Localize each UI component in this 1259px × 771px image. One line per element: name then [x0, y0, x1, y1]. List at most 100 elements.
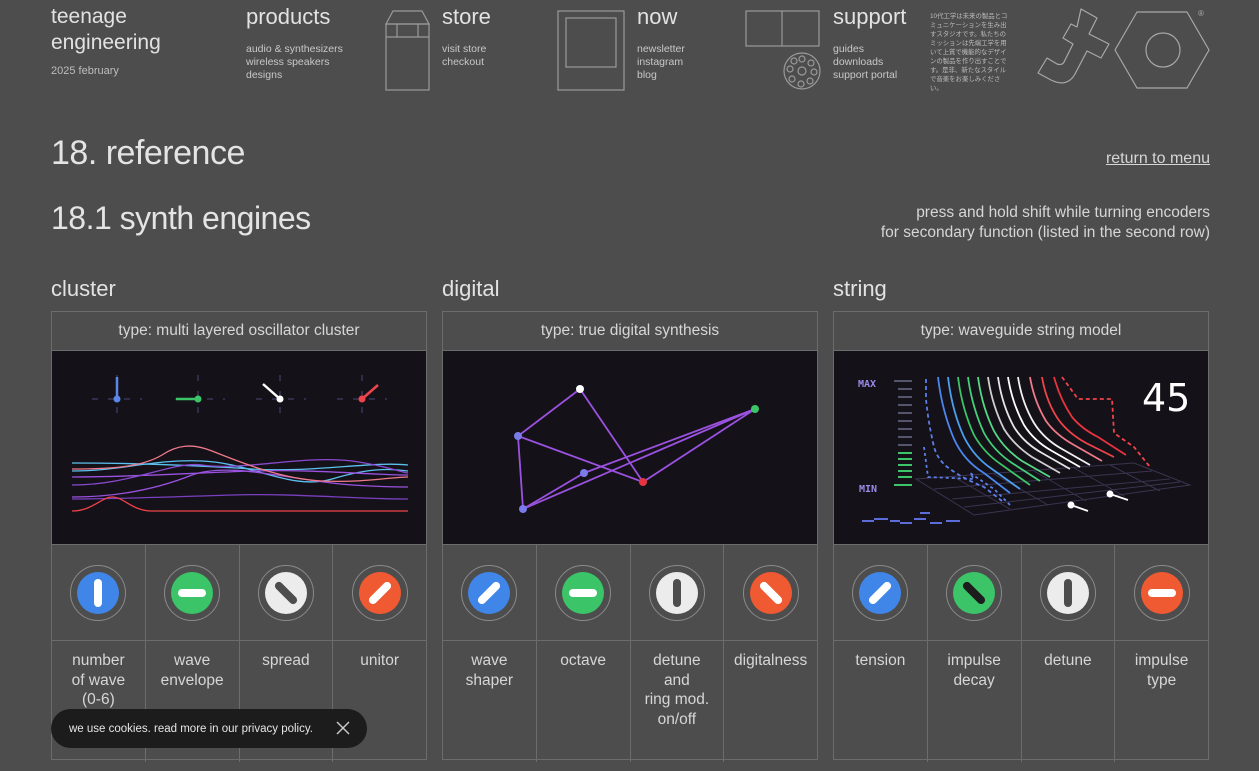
engine-card-string: type: waveguide string model MAX MIN 45 … [833, 311, 1209, 762]
nav-products: products audio & synthesizers wireless s… [246, 4, 343, 82]
label-line: type [1146, 671, 1177, 689]
shift-hint-line-1: press and hold shift while turning encod… [916, 204, 1210, 221]
nav-store-title[interactable]: store [442, 4, 491, 30]
label-line: tension [855, 652, 906, 669]
string-knob-cell-4 [1115, 545, 1208, 640]
digital-display [443, 351, 817, 545]
nav-link-support-portal[interactable]: support portal [833, 69, 906, 82]
nav-link-designs[interactable]: designs [246, 69, 343, 82]
nav-link-instagram[interactable]: instagram [637, 56, 685, 69]
nav-store: store visit store checkout [442, 4, 491, 69]
string-max-label: MAX [858, 379, 876, 390]
digital-knob-cell-1 [443, 545, 537, 640]
return-to-menu-link[interactable]: return to menu [1106, 150, 1210, 168]
label-line: unitor [360, 652, 400, 669]
white-knob-icon[interactable] [648, 564, 705, 621]
knob-label-digitalness: digitalness [724, 641, 817, 762]
string-knob-row [834, 545, 1208, 641]
cookie-text[interactable]: we use cookies. read more in our privacy… [69, 723, 313, 735]
polaroid-icon [557, 10, 625, 91]
nav-support-title[interactable]: support [833, 4, 906, 30]
shopping-bag-icon [385, 10, 430, 91]
digital-knob-cell-4 [724, 545, 817, 640]
nav-link-blog[interactable]: blog [637, 69, 685, 82]
string-floor-marks [862, 512, 960, 524]
green-knob-icon[interactable] [946, 564, 1003, 621]
engine-type-digital: type: true digital synthesis [443, 312, 817, 351]
string-knob-cell-2 [928, 545, 1022, 640]
knob-label-wave-shaper: wave shaper [443, 641, 537, 762]
string-knob-cell-1 [834, 545, 928, 640]
cluster-waves [71, 445, 409, 512]
orange-knob-icon[interactable] [742, 564, 799, 621]
nav-link-newsletter[interactable]: newsletter [637, 43, 685, 56]
white-knob-icon[interactable] [1039, 564, 1096, 621]
label-line: octave [560, 652, 606, 669]
label-line: spread [262, 652, 310, 669]
engine-name-cluster: cluster [51, 276, 116, 301]
nav-support: support guides downloads support portal [833, 4, 906, 82]
cluster-mini-encoders [92, 375, 387, 423]
string-value-readout: 45 [1142, 376, 1190, 420]
label-line: ring mod. [644, 691, 710, 708]
digital-label-row: wave shaper octave detune and ring mod. … [443, 641, 817, 762]
engine-name-digital: digital [442, 276, 500, 301]
orange-knob-icon[interactable] [351, 564, 408, 621]
string-knob-cell-3 [1022, 545, 1116, 640]
brand-line-2: engineering [51, 31, 161, 54]
brand-date: 2025 february [51, 65, 119, 77]
nav-now: now newsletter instagram blog [637, 4, 685, 82]
nav-link-audio[interactable]: audio & synthesizers [246, 43, 343, 56]
label-line: detune [1044, 652, 1092, 669]
green-knob-icon[interactable] [164, 564, 221, 621]
knob-label-impulse-type: impulse type [1115, 641, 1208, 762]
orange-knob-icon[interactable] [1133, 564, 1190, 621]
section-title: 18.1 synth engines [51, 200, 311, 236]
nav-products-title[interactable]: products [246, 4, 343, 30]
label-line: impulse [1134, 652, 1189, 669]
string-floor-grid [914, 462, 1192, 516]
nav-link-guides[interactable]: guides [833, 43, 906, 56]
cluster-knob-row [52, 545, 426, 641]
cookie-banner: we use cookies. read more in our privacy… [51, 709, 367, 748]
label-line: and [663, 671, 690, 689]
te-logo-icon[interactable] [1037, 6, 1211, 94]
engine-type-string: type: waveguide string model [834, 312, 1208, 351]
engine-type-cluster: type: multi layered oscillator cluster [52, 312, 426, 351]
registered-mark: ® [1198, 9, 1204, 18]
green-knob-icon[interactable] [555, 564, 612, 621]
close-icon[interactable] [335, 720, 351, 736]
page-title: 18. reference [51, 134, 245, 172]
nav-link-visit-store[interactable]: visit store [442, 43, 491, 56]
shift-hint: press and hold shift while turning encod… [881, 203, 1210, 243]
nav-link-checkout[interactable]: checkout [442, 56, 491, 69]
blue-knob-icon[interactable] [70, 564, 127, 621]
label-line: number [72, 652, 125, 669]
brand-name[interactable]: teenage engineering [51, 4, 161, 56]
engine-card-digital: type: true digital synthesis wave shaper… [442, 311, 818, 762]
shift-hint-line-2: for secondary function (listed in the se… [880, 224, 1210, 241]
digital-knob-row [443, 545, 817, 641]
white-knob-icon[interactable] [257, 564, 314, 621]
label-line: on/off [657, 710, 697, 728]
label-line: envelope [160, 671, 224, 689]
label-line: (0-6) [82, 691, 115, 708]
blue-knob-icon[interactable] [461, 564, 518, 621]
nav-link-downloads[interactable]: downloads [833, 56, 906, 69]
string-min-label: MIN [859, 484, 877, 495]
nav-now-title[interactable]: now [637, 4, 685, 30]
label-line: wave [471, 652, 508, 669]
nav-link-speakers[interactable]: wireless speakers [246, 56, 343, 69]
digital-knob-cell-2 [537, 545, 631, 640]
blue-knob-icon[interactable] [852, 564, 909, 621]
label-line: detune [653, 652, 701, 669]
label-line: shaper [465, 671, 514, 689]
book-and-dial-icon [745, 10, 821, 90]
label-line: digitalness [734, 652, 808, 669]
label-line: of wave [71, 671, 126, 689]
cluster-knob-cell-2 [146, 545, 240, 640]
string-label-row: tension impulse decay detune impulse typ… [834, 641, 1208, 762]
string-display: MAX MIN 45 [834, 351, 1208, 545]
string-scale-ticks [894, 380, 912, 446]
cluster-knob-cell-4 [333, 545, 426, 640]
